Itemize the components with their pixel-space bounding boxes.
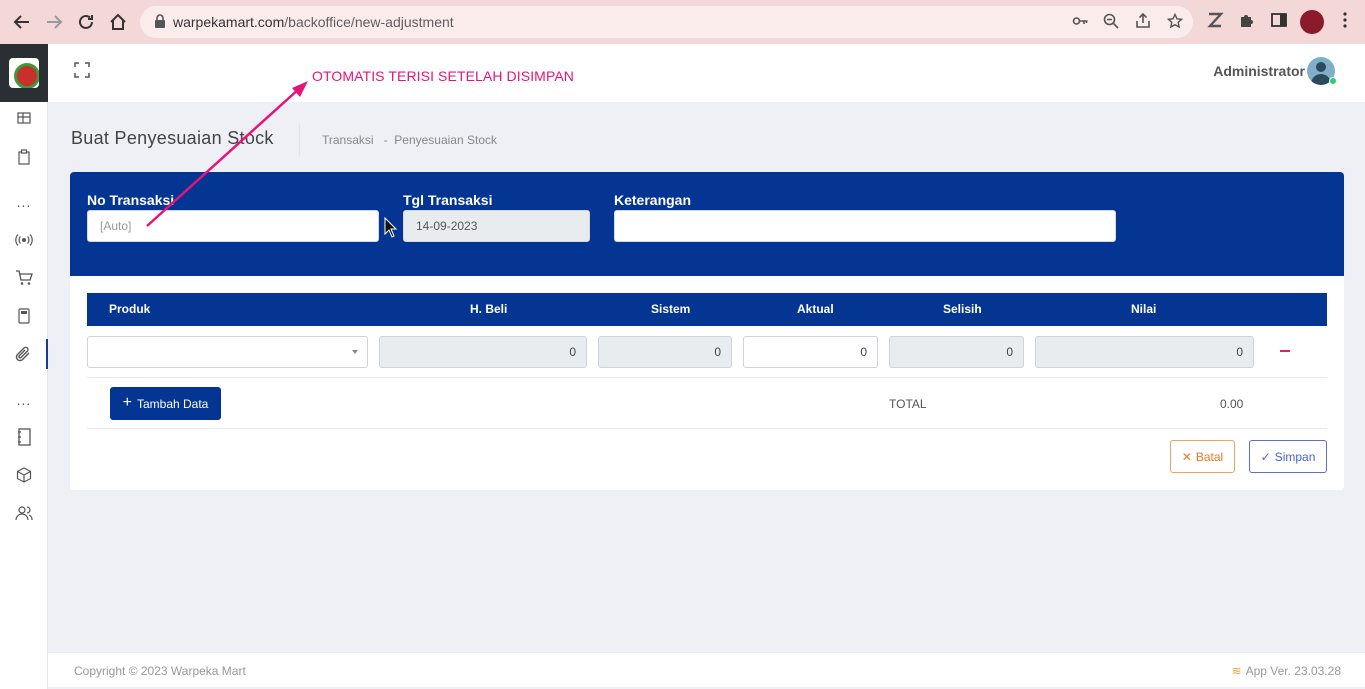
app-version: ≋ App Ver. 23.03.28	[1232, 664, 1341, 678]
total-divider	[87, 428, 1327, 429]
adjustment-card: Produk H. Beli Sistem Aktual Selisih Nil…	[70, 276, 1344, 490]
dashboard-icon[interactable]	[0, 103, 48, 133]
bookmark-star-icon[interactable]	[1166, 12, 1185, 31]
back-icon[interactable]	[10, 10, 34, 34]
selisih-field: 0	[889, 336, 1024, 368]
browser-menu-icon[interactable]	[1336, 11, 1358, 33]
clipboard-icon[interactable]	[0, 142, 48, 172]
paperclip-icon[interactable]	[0, 339, 48, 369]
aktual-input[interactable]: 0	[743, 336, 878, 368]
app-version-label: App Ver. 23.03.28	[1245, 664, 1341, 678]
address-bar[interactable]: warpekamart.com/backoffice/new-adjustmen…	[140, 6, 1193, 38]
menu-separator-dots: ...	[16, 194, 32, 210]
url-text: warpekamart.com/backoffice/new-adjustmen…	[173, 14, 454, 30]
col-sistem: Sistem	[651, 302, 691, 316]
col-selisih: Selisih	[943, 302, 982, 316]
close-icon: ✕	[1181, 449, 1192, 464]
tgl-transaksi-label: Tgl Transaksi	[403, 192, 493, 208]
keterangan-input[interactable]	[614, 210, 1116, 242]
calculator-icon[interactable]	[0, 301, 48, 331]
h-beli-field: 0	[379, 336, 587, 368]
no-transaksi-label: No Transaksi	[87, 192, 175, 208]
profile-avatar-icon[interactable]	[1300, 10, 1324, 34]
no-transaksi-input[interactable]: [Auto]	[87, 210, 379, 242]
remove-row-icon[interactable]	[1278, 342, 1292, 360]
tgl-transaksi-input: 14-09-2023	[403, 210, 590, 242]
title-divider	[299, 124, 300, 156]
cancel-label: Batal	[1195, 449, 1224, 464]
col-produk: Produk	[109, 302, 151, 316]
extensions-puzzle-icon[interactable]	[1238, 11, 1260, 33]
save-label: Simpan	[1274, 449, 1316, 464]
side-panel-icon[interactable]	[1270, 11, 1292, 33]
app-logo[interactable]	[0, 44, 48, 102]
top-bar: OTOMATIS TERISI SETELAH DISIMPAN Adminis…	[48, 44, 1365, 102]
row-divider	[87, 377, 1327, 378]
col-nilai: Nilai	[1131, 302, 1157, 316]
share-icon[interactable]	[1135, 12, 1153, 31]
copyright-text: Copyright © 2023 Warpeka Mart	[74, 664, 246, 678]
home-icon[interactable]	[106, 10, 130, 34]
total-label: TOTAL	[889, 397, 927, 411]
add-row-label: Tambah Data	[136, 396, 209, 411]
key-icon[interactable]	[1072, 13, 1090, 31]
col-h-beli: H. Beli	[470, 302, 508, 316]
page-title: Buat Penyesuaian Stock	[71, 128, 274, 148]
zotero-extension-icon[interactable]	[1206, 11, 1228, 33]
sistem-field: 0	[598, 336, 732, 368]
produk-select[interactable]	[87, 336, 368, 368]
check-icon: ✓	[1260, 449, 1271, 464]
breadcrumb-item[interactable]: Transaksi	[322, 133, 374, 147]
broadcast-icon[interactable]	[0, 225, 48, 255]
lock-icon	[154, 14, 166, 33]
browser-toolbar: warpekamart.com/backoffice/new-adjustmen…	[0, 0, 1365, 44]
cancel-button[interactable]: ✕ Batal	[1170, 440, 1235, 473]
keterangan-label: Keterangan	[614, 192, 692, 208]
nilai-field: 0	[1035, 336, 1254, 368]
users-icon[interactable]	[0, 498, 48, 528]
zoom-icon[interactable]	[1103, 13, 1121, 31]
menu-separator-dots-2: ...	[16, 392, 32, 408]
table-header: Produk H. Beli Sistem Aktual Selisih Nil…	[87, 293, 1327, 326]
sidebar: ... ...	[0, 44, 48, 689]
save-button[interactable]: ✓ Simpan	[1249, 440, 1327, 473]
breadcrumb: Transaksi - Penyesuaian Stock	[322, 133, 497, 147]
notebook-icon[interactable]	[0, 422, 48, 452]
forward-icon[interactable]	[42, 10, 66, 34]
user-name[interactable]: Administrator	[1213, 63, 1305, 79]
reload-icon[interactable]	[74, 10, 98, 34]
cart-icon[interactable]	[0, 263, 48, 293]
annotation-text: OTOMATIS TERISI SETELAH DISIMPAN	[312, 68, 574, 84]
transaction-header-form: No Transaksi [Auto] Tgl Transaksi 14-09-…	[70, 172, 1344, 276]
fullscreen-icon[interactable]	[74, 62, 90, 83]
breadcrumb-current: Penyesuaian Stock	[394, 133, 497, 147]
online-status-dot	[1329, 77, 1337, 85]
breadcrumb-separator: -	[383, 133, 388, 147]
col-aktual: Aktual	[797, 302, 834, 316]
add-row-button[interactable]: + Tambah Data	[110, 387, 221, 420]
total-value: 0.00	[1220, 397, 1244, 411]
footer: Copyright © 2023 Warpeka Mart ≋ App Ver. …	[48, 652, 1365, 687]
box-icon[interactable]	[0, 460, 48, 490]
chevron-down-icon	[352, 350, 358, 354]
plus-icon: +	[122, 393, 132, 411]
layers-icon: ≋	[1231, 664, 1242, 678]
